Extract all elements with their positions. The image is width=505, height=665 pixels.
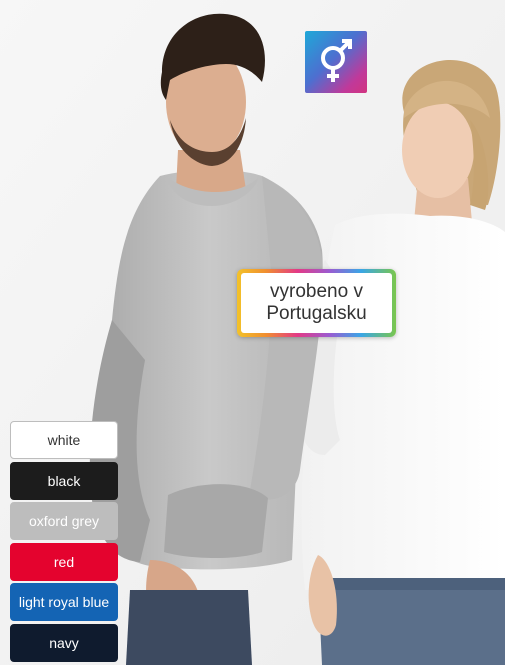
color-swatch-list: white black oxford grey red light royal blue… [10, 421, 118, 665]
made-in-label: vyrobeno v Portugalsku [237, 269, 396, 337]
color-swatch-navy[interactable]: navy [10, 623, 118, 662]
made-in-line-1: vyrobeno v [270, 281, 363, 302]
made-in-label-text: vyrobeno v Portugalsku [241, 273, 392, 333]
made-in-line-2: Portugalsku [266, 303, 367, 324]
color-swatch-red[interactable]: red [10, 542, 118, 581]
unisex-badge [305, 31, 367, 93]
color-swatch-white[interactable]: white [10, 421, 118, 459]
color-swatch-black[interactable]: black [10, 461, 118, 500]
product-photo: vyrobeno v Portugalsku white black oxford … [0, 0, 505, 665]
man-jeans [126, 590, 252, 665]
color-swatch-oxford-grey[interactable]: oxford grey [10, 502, 118, 541]
woman-jeans [318, 578, 505, 665]
woman-face [402, 102, 474, 198]
gender-unisex-icon [321, 39, 352, 82]
color-swatch-light-royal-blue[interactable]: light royal blue [10, 583, 118, 622]
